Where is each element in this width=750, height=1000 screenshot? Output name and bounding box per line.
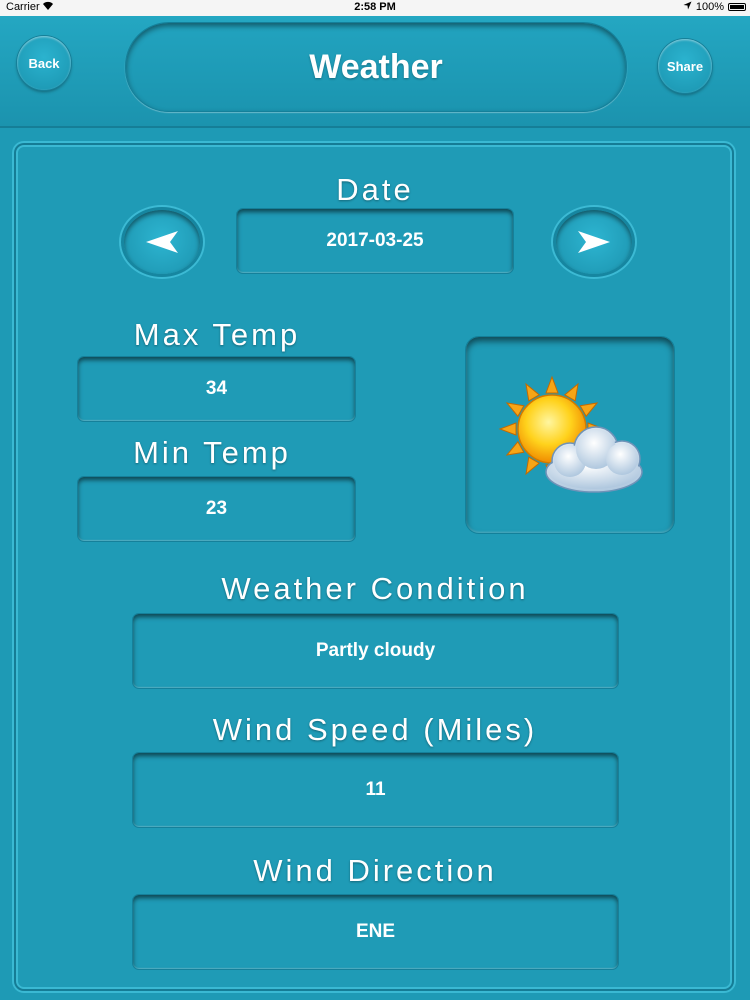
wind-direction-field: ENE	[132, 894, 619, 970]
date-field: 2017-03-25	[236, 208, 514, 274]
location-icon	[683, 1, 692, 13]
arrow-left-icon	[146, 231, 178, 253]
wind-speed-field: 11	[132, 752, 619, 828]
max-temp-field: 34	[77, 356, 356, 422]
wind-speed-label: Wind Speed (Miles)	[212, 712, 538, 747]
battery-icon	[728, 3, 746, 11]
previous-date-button[interactable]	[124, 210, 200, 274]
min-temp-field: 23	[77, 476, 356, 542]
header-bar: Back Weather Share	[0, 16, 750, 128]
weather-condition-field: Partly cloudy	[132, 613, 619, 689]
status-time: 2:58 PM	[354, 1, 396, 13]
share-button[interactable]: Share	[658, 39, 712, 93]
page-title: Weather	[125, 22, 627, 112]
weather-icon-box	[465, 336, 675, 534]
weather-condition-label: Weather Condition	[221, 571, 529, 606]
battery-percent: 100%	[695, 1, 724, 13]
max-temp-label: Max Temp	[133, 317, 301, 352]
arrow-right-icon	[578, 231, 610, 253]
next-date-button[interactable]	[556, 210, 632, 274]
date-label: Date	[336, 172, 414, 207]
min-temp-label: Min Temp	[133, 435, 291, 470]
wind-direction-label: Wind Direction	[253, 853, 497, 888]
partly-cloudy-icon	[498, 375, 643, 493]
status-bar: Carrier 2:58 PM 100%	[0, 0, 750, 16]
back-button[interactable]: Back	[17, 36, 71, 90]
